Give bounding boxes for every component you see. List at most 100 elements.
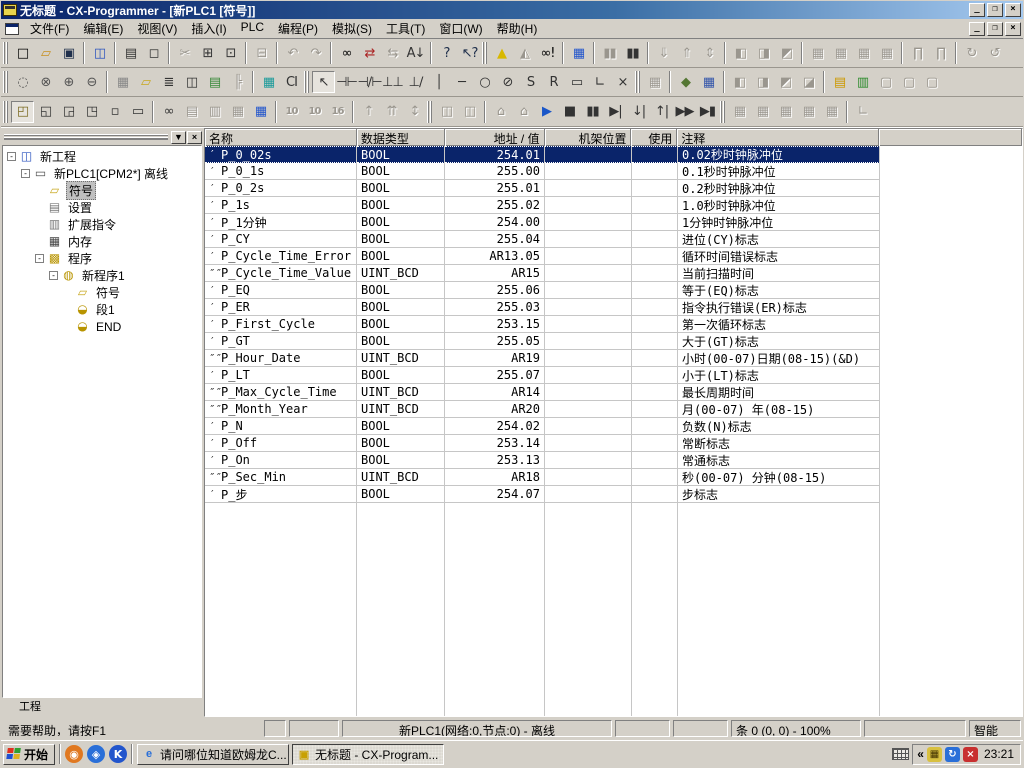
new-or-contact-button[interactable]: ⊥⊥ (381, 71, 404, 93)
paste-button[interactable]: ⊡ (219, 42, 242, 64)
zoom-out-button[interactable]: ⊖ (80, 71, 103, 93)
cell-usage[interactable] (632, 282, 678, 299)
tree-item-program-symbols[interactable]: ▱符号 (3, 284, 201, 301)
continuous-step-run-button[interactable]: ▶▶ (673, 101, 696, 123)
cell-usage[interactable] (632, 401, 678, 418)
tray-chevron[interactable]: « (917, 747, 924, 761)
toolbar-grip[interactable] (3, 42, 8, 64)
io-comment-view-button[interactable]: ▥ (851, 71, 874, 93)
rung-wrap-button[interactable]: ▤ (203, 71, 226, 93)
menu-item-5[interactable]: 编程(P) (271, 18, 325, 39)
new-or-closed-contact-button[interactable]: ⊥∕ (404, 71, 427, 93)
cell-address[interactable]: 253.14 (445, 435, 545, 452)
cell-rack[interactable] (545, 231, 632, 248)
cell-comment[interactable]: 1.0秒时钟脉冲位 (678, 197, 880, 214)
program-view-button[interactable]: ▤ (828, 71, 851, 93)
io-table-window-button[interactable]: ▦ (249, 101, 272, 123)
task-browser-button[interactable]: e请问哪位知道欧姆龙C... (137, 744, 289, 765)
local-symbol-table-button[interactable]: ≣ (157, 71, 180, 93)
tree-expander-project[interactable]: - (7, 152, 16, 161)
document-restore-doc-button[interactable]: ❐ (987, 22, 1003, 36)
toggle-crossref-window-button[interactable]: ◳ (80, 101, 103, 123)
menu-item-3[interactable]: 插入(I) (184, 18, 233, 39)
cell-address[interactable]: 255.06 (445, 282, 545, 299)
cell-usage[interactable] (632, 265, 678, 282)
cell-comment[interactable]: 循环时间错误标志 (678, 248, 880, 265)
cell-address[interactable]: 254.02 (445, 418, 545, 435)
table-row[interactable]: ′P_0_02sBOOL254.010.02秒时钟脉冲位 (205, 146, 1022, 163)
cell-rack[interactable] (545, 146, 632, 163)
window-restore-button[interactable]: ❐ (987, 3, 1003, 17)
cell-comment[interactable]: 等于(EQ)标志 (678, 282, 880, 299)
cell-address[interactable]: 254.00 (445, 214, 545, 231)
smart-input-button[interactable]: ▦ (257, 71, 280, 93)
window-close-button[interactable]: × (1005, 3, 1021, 17)
table-row[interactable]: ′P_ERBOOL255.03指令执行错误(ER)标志 (205, 299, 1022, 316)
find-button[interactable]: ∞ (335, 42, 358, 64)
cell-rack[interactable] (545, 486, 632, 503)
column-header-6[interactable] (879, 129, 1022, 146)
toolbar-grip[interactable] (427, 101, 432, 123)
cell-rack[interactable] (545, 316, 632, 333)
toolbar-grip[interactable] (720, 101, 725, 123)
cell-address[interactable]: AR14 (445, 384, 545, 401)
cell-address[interactable]: 254.01 (445, 146, 545, 163)
cell-usage[interactable] (632, 350, 678, 367)
cell-comment[interactable]: 大于(GT)标志 (678, 333, 880, 350)
cell-address[interactable]: 255.04 (445, 231, 545, 248)
security-tray-icon[interactable]: × (963, 747, 978, 762)
cell-type[interactable]: BOOL (357, 248, 445, 265)
new-reset-coil-button[interactable]: R (542, 71, 565, 93)
cell-name[interactable]: ′P_CY (205, 231, 357, 248)
new-vertical-button[interactable]: │ (427, 71, 450, 93)
tree-item-program[interactable]: -▩程序 (3, 250, 201, 267)
cell-type[interactable]: BOOL (357, 214, 445, 231)
cell-usage[interactable] (632, 469, 678, 486)
cell-usage[interactable] (632, 333, 678, 350)
cell-name[interactable]: ′P_1s (205, 197, 357, 214)
zoom-custom-button[interactable]: ⊗ (34, 71, 57, 93)
window-minimize-button[interactable]: _ (969, 3, 985, 17)
cell-name[interactable]: ′P_Cycle_Time_Error (205, 248, 357, 265)
cell-name[interactable]: ′P_First_Cycle (205, 316, 357, 333)
tree-item-symbols[interactable]: ▱符号 (3, 182, 201, 199)
cell-rack[interactable] (545, 384, 632, 401)
menu-item-0[interactable]: 文件(F) (23, 18, 76, 39)
cell-type[interactable]: BOOL (357, 231, 445, 248)
cell-usage[interactable] (632, 452, 678, 469)
cell-address[interactable]: 255.02 (445, 197, 545, 214)
split-window-button[interactable]: ◫ (180, 71, 203, 93)
cell-address[interactable]: AR13.05 (445, 248, 545, 265)
tree-item-memory[interactable]: ▦内存 (3, 233, 201, 250)
toolbar-grip[interactable] (3, 101, 8, 123)
column-header-2[interactable]: 地址 / 值 (445, 129, 545, 146)
cell-name[interactable]: ′P_ER (205, 299, 357, 316)
cell-address[interactable]: 253.15 (445, 316, 545, 333)
start-button[interactable]: 开始 (3, 744, 55, 765)
cell-address[interactable]: AR15 (445, 265, 545, 282)
print-preview-button[interactable]: ◻ (142, 42, 165, 64)
cell-rack[interactable] (545, 180, 632, 197)
cell-comment[interactable]: 常通标志 (678, 452, 880, 469)
cell-address[interactable]: 255.00 (445, 163, 545, 180)
cell-comment[interactable]: 最长周期时间 (678, 384, 880, 401)
cell-address[interactable]: 255.05 (445, 333, 545, 350)
cell-name[interactable]: ′P_0_02s (205, 146, 357, 163)
column-header-3[interactable]: 机架位置 (545, 129, 632, 146)
ci-instruction-button[interactable]: CI (280, 71, 303, 93)
cell-comment[interactable]: 进位(CY)标志 (678, 231, 880, 248)
cell-name[interactable]: ″″P_Month_Year (205, 401, 357, 418)
cell-name[interactable]: ′P_1分钟 (205, 214, 357, 231)
cell-rack[interactable] (545, 452, 632, 469)
select-tool-button[interactable]: ↖ (312, 71, 335, 93)
zoom-in-button[interactable]: ⊕ (57, 71, 80, 93)
cell-address[interactable]: 254.07 (445, 486, 545, 503)
tree-item-end[interactable]: ◒END (3, 318, 201, 335)
edit-stamp-button[interactable]: ◆ (674, 71, 697, 93)
table-row[interactable]: ′P_GTBOOL255.05大于(GT)标志 (205, 333, 1022, 350)
cell-rack[interactable] (545, 214, 632, 231)
tree-item-plc[interactable]: -▭新PLC1[CPM2*] 离线 (3, 165, 201, 182)
cell-address[interactable]: AR19 (445, 350, 545, 367)
cell-rack[interactable] (545, 401, 632, 418)
table-row[interactable]: ′P_0_1sBOOL255.000.1秒时钟脉冲位 (205, 163, 1022, 180)
